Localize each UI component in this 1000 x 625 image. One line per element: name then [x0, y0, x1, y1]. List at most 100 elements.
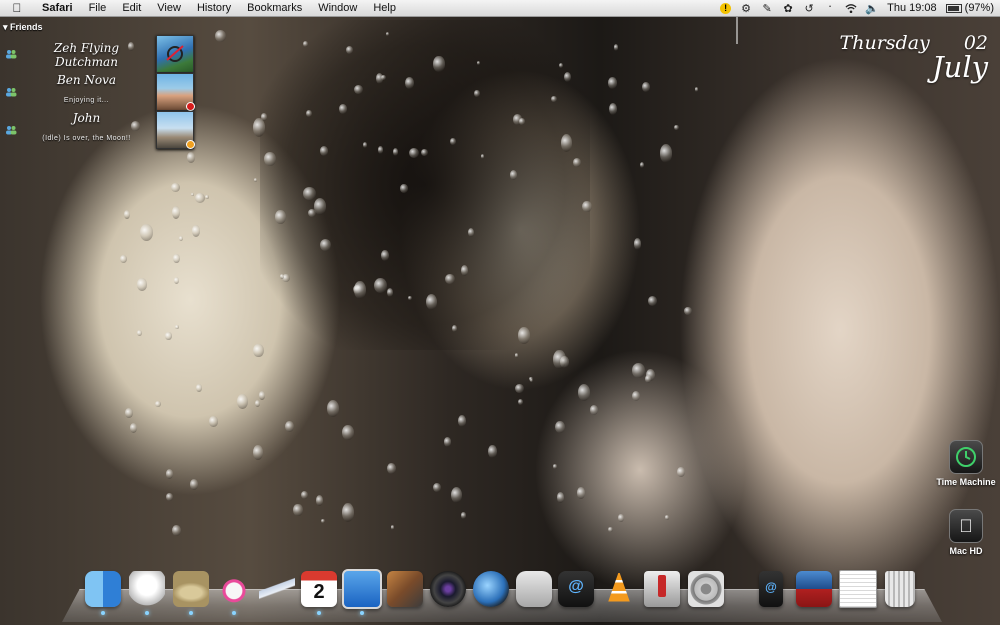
rain-drop	[659, 144, 673, 164]
dock-vlc[interactable]	[599, 568, 639, 610]
dock-explorer-hat[interactable]	[171, 568, 211, 615]
dock-mail[interactable]: @	[556, 568, 596, 610]
rain-drop	[173, 277, 180, 285]
dock-ical[interactable]: 2	[299, 568, 339, 615]
rain-drop	[321, 518, 325, 523]
wallpaper-shadow	[260, 20, 590, 350]
rain-drop	[165, 331, 172, 340]
volume-icon[interactable]: 🔈	[865, 2, 879, 15]
rain-drop	[639, 162, 645, 169]
dock-documents-stack[interactable]	[838, 568, 878, 610]
rain-drop	[390, 525, 395, 530]
rain-drop	[354, 280, 366, 299]
rain-drop	[263, 151, 276, 167]
headphones-icon	[216, 571, 252, 607]
rain-drop	[259, 391, 265, 400]
rain-drop	[573, 157, 581, 167]
menu-view[interactable]: View	[149, 0, 189, 16]
status-menus: ! ⚙ ✎ ✿ ↺ ᛫ 🔈 Thu 19:08 (97%)	[720, 0, 994, 16]
friend-name: Zeh Flying Dutchman	[53, 41, 120, 69]
dock-trash[interactable]	[880, 568, 920, 610]
rain-drop	[155, 400, 162, 408]
dock-finder[interactable]	[83, 568, 123, 615]
rain-drop	[400, 184, 408, 193]
rain-drop	[642, 82, 650, 93]
sync-icon[interactable]: ⚙	[740, 2, 752, 15]
menu-file[interactable]: File	[81, 0, 115, 16]
clock[interactable]: Thu 19:08	[887, 2, 937, 14]
rain-drop	[209, 416, 218, 427]
rain-drop	[609, 102, 618, 116]
time-machine-icon	[949, 440, 983, 474]
paw-icon[interactable]: ✿	[782, 2, 794, 15]
dock-cyberduck[interactable]	[127, 568, 167, 615]
dock-lens[interactable]	[428, 568, 468, 610]
rain-drop	[341, 502, 354, 522]
date-widget[interactable]: Thursday 02 July	[840, 32, 988, 84]
rain-drop	[514, 353, 519, 358]
rain-drop	[215, 30, 227, 43]
buddy-icon	[6, 88, 17, 97]
menu-app-name[interactable]: Safari	[34, 0, 81, 16]
mail-icon: @	[558, 571, 594, 607]
menu-window[interactable]: Window	[310, 0, 365, 16]
friend-row[interactable]: Zeh Flying Dutchman	[0, 35, 196, 73]
desktop-icon-time-machine[interactable]: Time Machine	[936, 440, 996, 487]
menu-history[interactable]: History	[189, 0, 239, 16]
calendar-date: 2	[313, 581, 325, 603]
rain-drop	[191, 225, 201, 237]
dock-photos-folder[interactable]	[794, 568, 834, 610]
warning-icon[interactable]: !	[720, 2, 732, 14]
dock-terminal[interactable]	[642, 568, 682, 610]
rain-drop	[467, 227, 474, 238]
rain-drop	[433, 56, 445, 72]
rain-drop	[124, 408, 133, 418]
dock-screen-sharing[interactable]	[342, 568, 382, 615]
rain-drop	[694, 87, 699, 93]
battery-indicator[interactable]: (97%)	[945, 2, 994, 14]
rain-drop	[433, 483, 441, 493]
menu-help[interactable]: Help	[365, 0, 404, 16]
dock-ipod-mail[interactable]: @	[751, 568, 791, 610]
buddy-icon	[6, 50, 17, 59]
rain-drop	[589, 405, 599, 416]
rain-drop	[632, 362, 645, 378]
month: July	[932, 50, 988, 84]
menu-edit[interactable]: Edit	[114, 0, 149, 16]
rain-drop	[425, 293, 438, 310]
dock-preview[interactable]	[514, 568, 554, 610]
avatar	[156, 35, 194, 73]
friend-row[interactable]: Ben Nova Enjoying it...	[0, 73, 196, 111]
desktop-icon-mac-hd[interactable]:  Mac HD	[936, 509, 996, 556]
rain-drop	[613, 44, 618, 51]
rain-drop	[284, 420, 294, 432]
rain-drop	[582, 200, 592, 213]
time-machine-icon[interactable]: ↺	[803, 2, 815, 15]
bluetooth-icon[interactable]: ᛫	[824, 2, 836, 14]
rain-drop	[302, 40, 308, 48]
wifi-icon[interactable]	[845, 2, 857, 14]
apple-logo-icon[interactable]: 	[10, 1, 24, 15]
dock-plane[interactable]	[257, 568, 297, 610]
dock-headphones[interactable]	[214, 568, 254, 615]
dock-system-preferences[interactable]	[686, 568, 726, 610]
rain-drop	[190, 192, 194, 197]
rain-drop	[607, 76, 618, 89]
rain-drop	[189, 479, 199, 490]
rain-drop	[608, 527, 613, 533]
rain-drop	[173, 253, 180, 263]
menu-bookmarks[interactable]: Bookmarks	[239, 0, 310, 16]
rain-drop	[488, 444, 497, 459]
screen-sharing-icon	[342, 569, 382, 609]
plane-icon	[259, 571, 295, 607]
dock-quicktime[interactable]	[471, 568, 511, 610]
rain-drop	[381, 249, 389, 261]
script-icon[interactable]: ✎	[761, 2, 773, 15]
rain-drop	[171, 525, 181, 537]
friends-widget: ▾ Friends Zeh Flying Dutchman Ben Nova E…	[0, 22, 196, 149]
friends-header[interactable]: ▾ Friends	[0, 22, 196, 33]
rain-drop	[236, 394, 248, 410]
rain-drop	[171, 182, 181, 193]
friend-row[interactable]: John (Idle) Is over, the Moon!!	[0, 111, 196, 149]
dock-iphoto[interactable]	[385, 568, 425, 610]
